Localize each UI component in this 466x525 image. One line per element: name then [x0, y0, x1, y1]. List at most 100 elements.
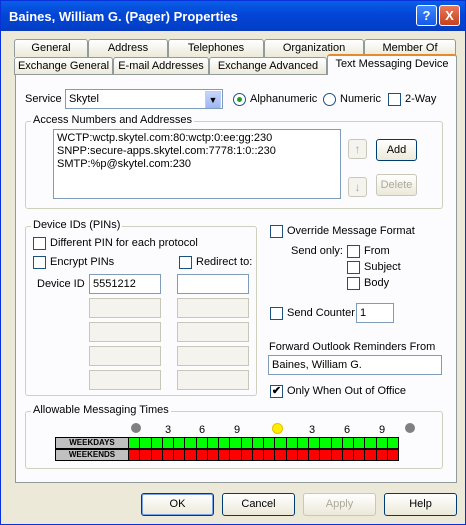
weekday-hour-cell[interactable]	[275, 437, 287, 449]
close-title-button[interactable]: X	[439, 5, 460, 26]
weekend-hour-cell[interactable]	[174, 449, 186, 461]
weekend-hour-cell[interactable]	[376, 449, 388, 461]
encrypt-pins-checkbox[interactable]	[33, 256, 46, 269]
different-pin-checkbox[interactable]	[33, 237, 46, 250]
weekend-hour-cell[interactable]	[354, 449, 366, 461]
send-counter-checkbox[interactable]	[270, 307, 283, 320]
access-addresses-list[interactable]: WCTP:wctp.skytel.com:80:wctp:0:ee:gg:230…	[53, 129, 341, 199]
address-line[interactable]: SMTP:%p@skytel.com:230	[57, 158, 337, 171]
weekend-hour-cell[interactable]	[387, 449, 399, 461]
move-down-icon[interactable]: ↓	[348, 177, 367, 197]
tab-exchange-advanced[interactable]: Exchange Advanced	[209, 57, 327, 75]
weekend-hour-cell[interactable]	[129, 449, 141, 461]
from-label: From	[364, 245, 390, 257]
weekday-hour-cell[interactable]	[264, 437, 276, 449]
weekday-hour-cell[interactable]	[241, 437, 253, 449]
weekday-hour-cell[interactable]	[219, 437, 231, 449]
add-button[interactable]: Add	[376, 139, 417, 161]
weekend-hour-cell[interactable]	[241, 449, 253, 461]
weekday-hour-cell[interactable]	[230, 437, 242, 449]
weekday-hour-cell[interactable]	[286, 437, 298, 449]
moon-icon	[131, 423, 141, 433]
weekdays-label: WEEKDAYS	[55, 437, 129, 449]
sun-icon	[272, 423, 283, 434]
redirect-field-disabled	[177, 322, 249, 342]
weekend-hour-cell[interactable]	[162, 449, 174, 461]
weekday-hour-cell[interactable]	[342, 437, 354, 449]
move-up-icon[interactable]: ↑	[348, 139, 367, 159]
address-line[interactable]: WCTP:wctp.skytel.com:80:wctp:0:ee:gg:230	[57, 132, 337, 145]
weekend-hour-cell[interactable]	[207, 449, 219, 461]
pin-field-disabled	[89, 346, 161, 366]
tab-address[interactable]: Address	[88, 39, 168, 57]
weekday-hour-cell[interactable]	[174, 437, 186, 449]
weekend-hour-cell[interactable]	[219, 449, 231, 461]
body-checkbox[interactable]	[347, 277, 360, 290]
tab-telephones[interactable]: Telephones	[168, 39, 264, 57]
delete-button[interactable]: Delete	[376, 174, 417, 196]
title-bar[interactable]: Baines, William G. (Pager) Properties ? …	[1, 1, 465, 31]
help-title-button[interactable]: ?	[416, 5, 437, 26]
access-group-label: Access Numbers and Addresses	[31, 114, 194, 126]
weekday-hour-cell[interactable]	[309, 437, 321, 449]
tab-email-addresses[interactable]: E-mail Addresses	[113, 57, 209, 75]
two-way-checkbox[interactable]	[388, 93, 401, 106]
weekday-hour-cell[interactable]	[129, 437, 141, 449]
pin-field-disabled	[89, 322, 161, 342]
apply-button[interactable]: Apply	[303, 493, 376, 516]
cancel-button[interactable]: Cancel	[222, 493, 295, 516]
weekend-hour-cell[interactable]	[320, 449, 332, 461]
weekday-hour-cell[interactable]	[140, 437, 152, 449]
weekday-hour-cell[interactable]	[252, 437, 264, 449]
service-select[interactable]: Skytel ▼	[65, 89, 223, 109]
weekday-hour-cell[interactable]	[365, 437, 377, 449]
ok-button[interactable]: OK	[141, 493, 214, 516]
weekday-hour-cell[interactable]	[320, 437, 332, 449]
forward-reminders-field[interactable]: Baines, William G.	[268, 355, 442, 375]
weekend-hour-cell[interactable]	[309, 449, 321, 461]
weekday-hour-cell[interactable]	[196, 437, 208, 449]
pin-field-disabled	[89, 298, 161, 318]
weekend-hour-cell[interactable]	[365, 449, 377, 461]
weekday-hour-cell[interactable]	[387, 437, 399, 449]
alphanumeric-label: Alphanumeric	[250, 93, 318, 105]
weekend-hour-cell[interactable]	[297, 449, 309, 461]
redirect-checkbox[interactable]	[179, 256, 192, 269]
from-checkbox[interactable]	[347, 245, 360, 258]
only-when-out-label: Only When Out of Office	[287, 385, 407, 397]
weekend-hour-cell[interactable]	[140, 449, 152, 461]
weekend-hour-cell[interactable]	[151, 449, 163, 461]
weekend-hour-cell[interactable]	[230, 449, 242, 461]
weekday-hour-cell[interactable]	[331, 437, 343, 449]
address-line[interactable]: SNPP:secure-apps.skytel.com:7778:1:0::23…	[57, 145, 337, 158]
weekend-hour-cell[interactable]	[275, 449, 287, 461]
weekend-hour-cell[interactable]	[196, 449, 208, 461]
weekend-hour-cell[interactable]	[252, 449, 264, 461]
help-button[interactable]: Help	[384, 493, 457, 516]
device-id-field[interactable]: 5551212	[89, 274, 161, 294]
weekday-hour-cell[interactable]	[376, 437, 388, 449]
only-when-out-checkbox[interactable]: ✔	[270, 385, 283, 398]
subject-checkbox[interactable]	[347, 261, 360, 274]
weekend-hour-cell[interactable]	[331, 449, 343, 461]
numeric-radio[interactable]	[323, 93, 336, 106]
chevron-down-icon[interactable]: ▼	[205, 91, 221, 108]
alphanumeric-radio[interactable]	[233, 93, 246, 106]
override-format-checkbox[interactable]	[270, 225, 283, 238]
weekend-hour-cell[interactable]	[185, 449, 197, 461]
weekend-hour-cell[interactable]	[264, 449, 276, 461]
weekday-hour-cell[interactable]	[162, 437, 174, 449]
weekday-hour-cell[interactable]	[297, 437, 309, 449]
weekend-hour-cell[interactable]	[286, 449, 298, 461]
weekday-hour-cell[interactable]	[185, 437, 197, 449]
weekday-hour-cell[interactable]	[151, 437, 163, 449]
redirect-field[interactable]	[177, 274, 249, 294]
tab-general[interactable]: General	[14, 39, 88, 57]
tab-text-messaging-device[interactable]: Text Messaging Device	[327, 54, 457, 75]
weekday-hour-cell[interactable]	[207, 437, 219, 449]
weekend-hour-cell[interactable]	[342, 449, 354, 461]
moon-icon	[405, 423, 415, 433]
send-counter-field[interactable]: 1	[356, 303, 394, 323]
tab-exchange-general[interactable]: Exchange General	[14, 57, 113, 75]
weekday-hour-cell[interactable]	[354, 437, 366, 449]
